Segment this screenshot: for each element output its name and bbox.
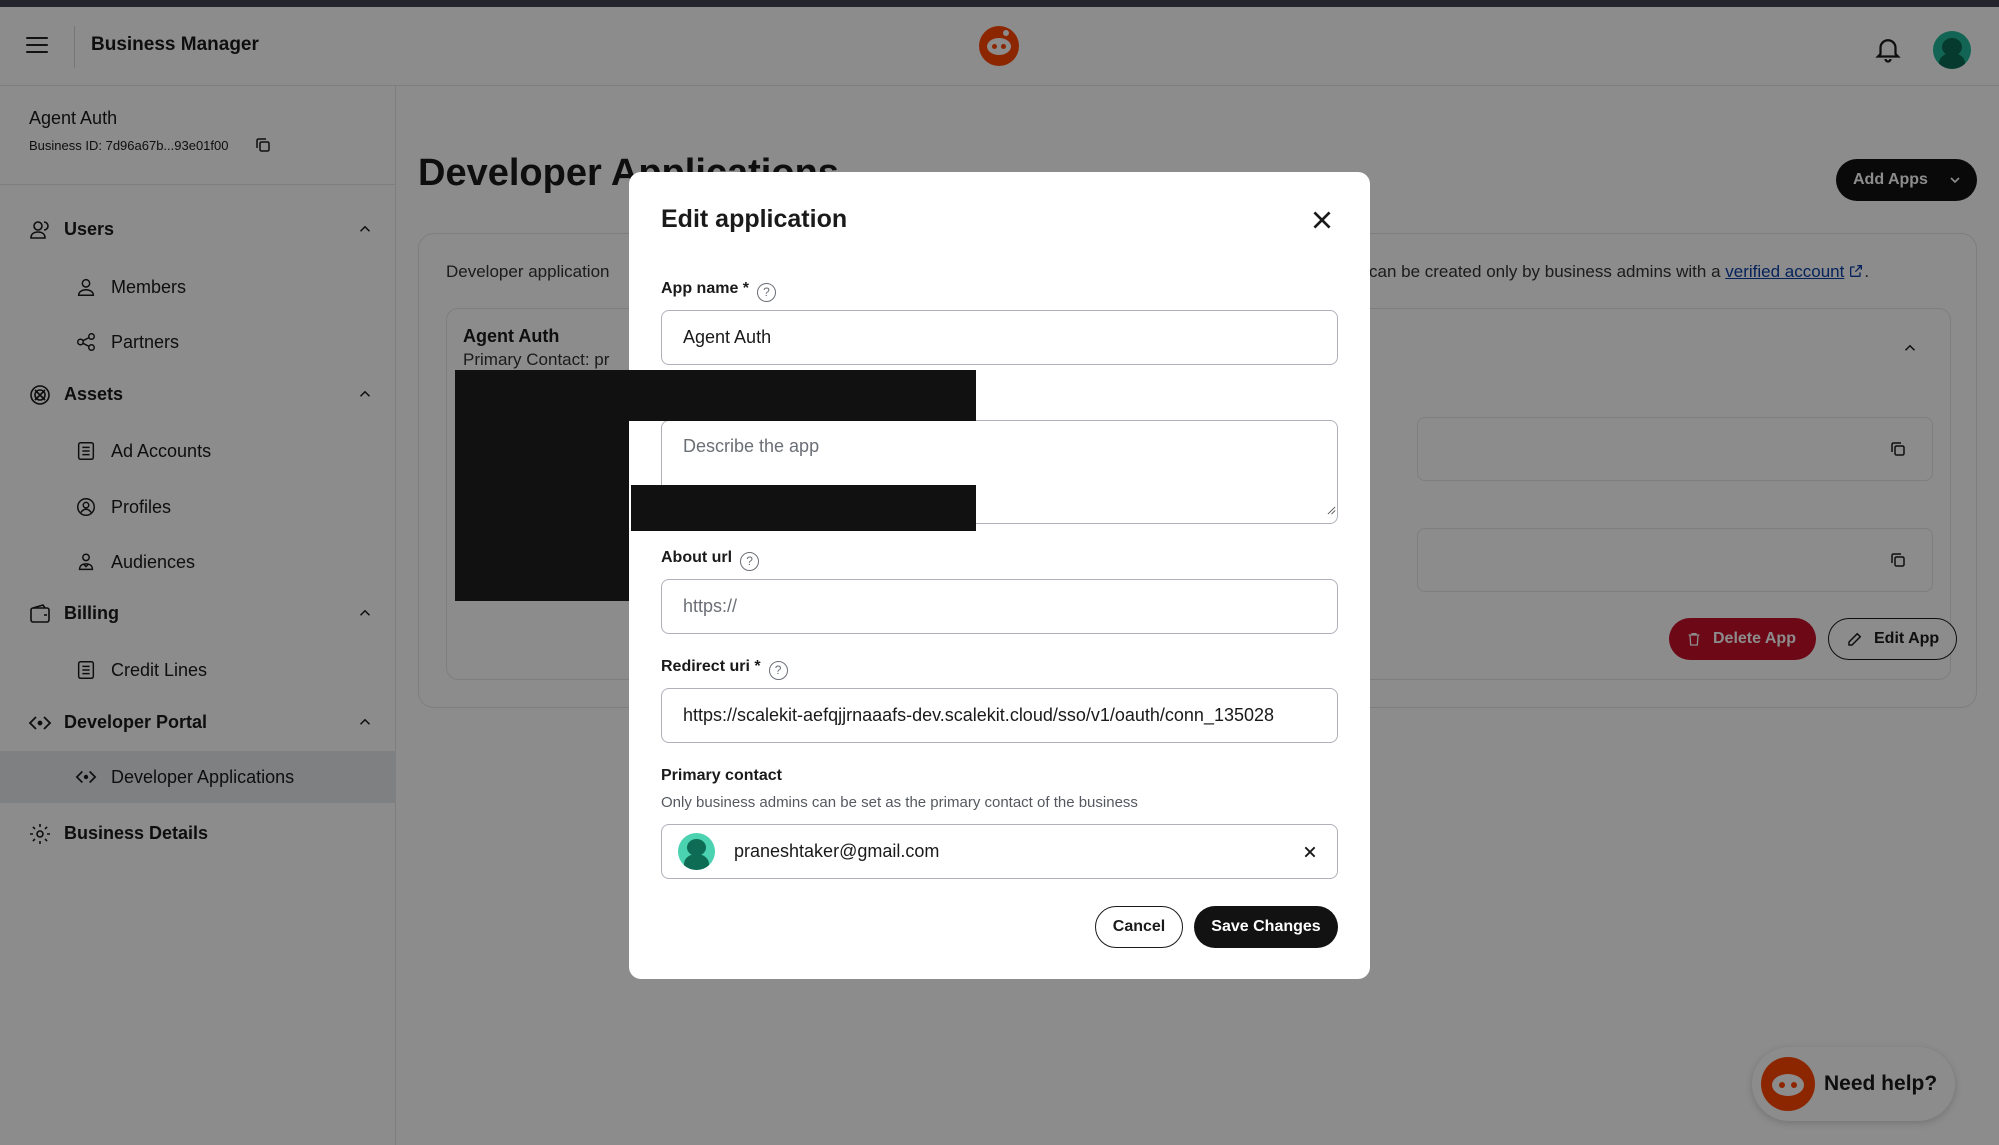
primary-contact-hint: Only business admins can be set as the p… (661, 794, 1138, 811)
modal-title: Edit application (661, 205, 848, 233)
primary-contact-label: Primary contact (661, 767, 782, 784)
cancel-button[interactable]: Cancel (1095, 906, 1183, 948)
help-icon[interactable]: ? (740, 552, 760, 571)
resize-grip-icon[interactable] (1327, 506, 1336, 515)
help-icon[interactable]: ? (768, 661, 788, 680)
edit-application-modal: Edit application App name *? About url? … (629, 172, 1370, 979)
about-url-label: About url? (661, 549, 760, 571)
close-icon[interactable] (1302, 844, 1318, 860)
primary-contact-email: praneshtaker@gmail.com (734, 841, 940, 861)
save-changes-button[interactable]: Save Changes (1194, 906, 1338, 948)
avatar (678, 833, 715, 870)
app-name-label: App name *? (661, 280, 777, 302)
primary-contact-select[interactable]: praneshtaker@gmail.com (661, 824, 1338, 879)
about-url-input[interactable] (661, 579, 1338, 634)
redirect-uri-label: Redirect uri *? (661, 658, 788, 680)
redaction-block (631, 485, 976, 531)
help-icon[interactable]: ? (757, 283, 777, 302)
redaction-block (455, 370, 976, 421)
redirect-uri-input[interactable] (661, 688, 1338, 743)
app-name-input[interactable] (661, 310, 1338, 365)
close-icon[interactable] (1309, 207, 1335, 233)
